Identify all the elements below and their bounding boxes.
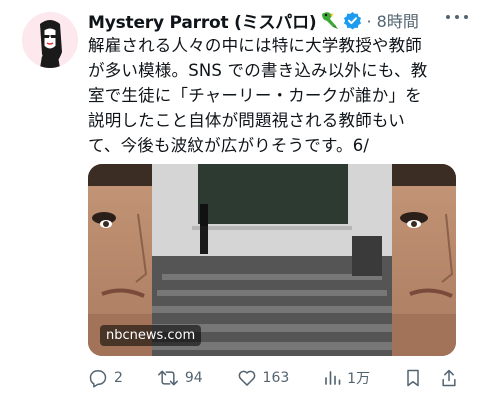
timestamp[interactable]: · 8時間: [366, 8, 418, 32]
verified-badge-icon[interactable]: [343, 11, 362, 30]
reply-button[interactable]: 2: [88, 368, 123, 388]
bookmark-icon: [407, 369, 419, 387]
views-button[interactable]: 1万: [323, 368, 370, 388]
share-icon: [442, 369, 456, 387]
repost-button[interactable]: 94: [157, 368, 203, 388]
views-icon: [325, 371, 341, 385]
like-count: 163: [262, 370, 290, 386]
reply-count: 2: [114, 370, 123, 386]
repost-count: 94: [184, 370, 203, 386]
reply-icon: [89, 370, 107, 388]
tweet-media[interactable]: nbcnews.com: [88, 164, 456, 356]
action-bar: 2 94 163 1万: [88, 366, 458, 390]
tweet-header: Mystery Parrot (ミスパロ) · 8時間: [88, 8, 419, 33]
views-count: 1万: [347, 371, 371, 387]
tweet-text: 解雇される人々の中には特に大学教授や教師 が多い模様。SNS での書き込み以外に…: [88, 36, 428, 155]
like-icon: [238, 370, 255, 386]
face-image-right: [392, 164, 456, 356]
repost-icon: [157, 370, 178, 386]
media-source-label[interactable]: nbcnews.com: [100, 325, 202, 346]
more-options-icon[interactable]: [446, 9, 468, 25]
author-name[interactable]: Mystery Parrot (ミスパロ): [88, 8, 317, 33]
avatar[interactable]: [22, 12, 78, 68]
like-button[interactable]: 163: [237, 368, 290, 388]
right-actions: [404, 368, 458, 388]
bookmark-button[interactable]: [404, 368, 422, 388]
parrot-icon: [318, 10, 340, 30]
avatar-illustration: [22, 12, 78, 68]
share-button[interactable]: [440, 368, 458, 388]
